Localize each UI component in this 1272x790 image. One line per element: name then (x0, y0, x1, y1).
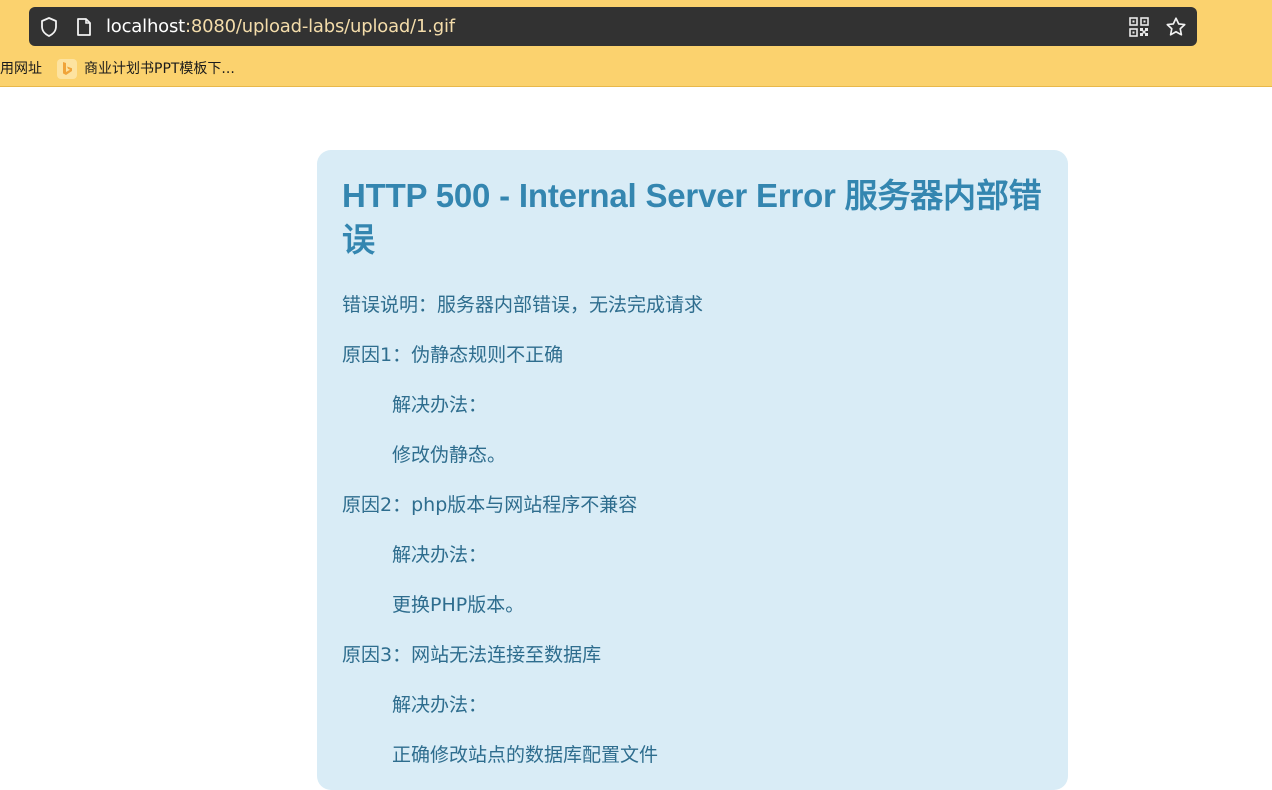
reason-2: 原因2：php版本与网站程序不兼容 (342, 494, 638, 516)
reason-1-solution: 修改伪静态。 (392, 444, 507, 466)
url-path: :8080/upload-labs/upload/1.gif (185, 16, 455, 37)
qr-code-icon[interactable] (1127, 7, 1151, 46)
error-description: 错误说明：服务器内部错误，无法完成请求 (342, 294, 704, 316)
bookmark-star-icon[interactable] (1163, 7, 1189, 46)
bookmark-label: 商业计划书PPT模板下... (84, 61, 235, 77)
reason-2-solution-label: 解决办法： (392, 544, 488, 566)
reason-1: 原因1：伪静态规则不正确 (342, 344, 564, 366)
browser-toolbar: localhost:8080/upload-labs/upload/1.gif (0, 0, 1272, 87)
address-bar[interactable]: localhost:8080/upload-labs/upload/1.gif (29, 7, 1197, 46)
error-title: HTTP 500 - Internal Server Error 服务器内部错误 (342, 177, 1042, 258)
reason-3: 原因3：网站无法连接至数据库 (342, 644, 602, 666)
shield-icon[interactable] (37, 7, 61, 46)
url-host: localhost (106, 16, 185, 37)
bing-favicon-icon (57, 59, 77, 79)
url-text[interactable]: localhost:8080/upload-labs/upload/1.gif (106, 7, 455, 46)
reason-1-solution-label: 解决办法： (392, 394, 488, 416)
bookmark-item-ppt[interactable]: 商业计划书PPT模板下... (57, 56, 235, 82)
bookmarks-bar: 用网址 商业计划书PPT模板下... (0, 56, 1272, 82)
reason-2-solution: 更换PHP版本。 (392, 594, 525, 616)
reason-3-solution-label: 解决办法： (392, 694, 488, 716)
reason-3-solution: 正确修改站点的数据库配置文件 (392, 744, 659, 766)
page-info-icon[interactable] (73, 7, 95, 46)
error-card: HTTP 500 - Internal Server Error 服务器内部错误… (317, 150, 1068, 790)
bookmark-item[interactable]: 用网址 (0, 56, 42, 82)
